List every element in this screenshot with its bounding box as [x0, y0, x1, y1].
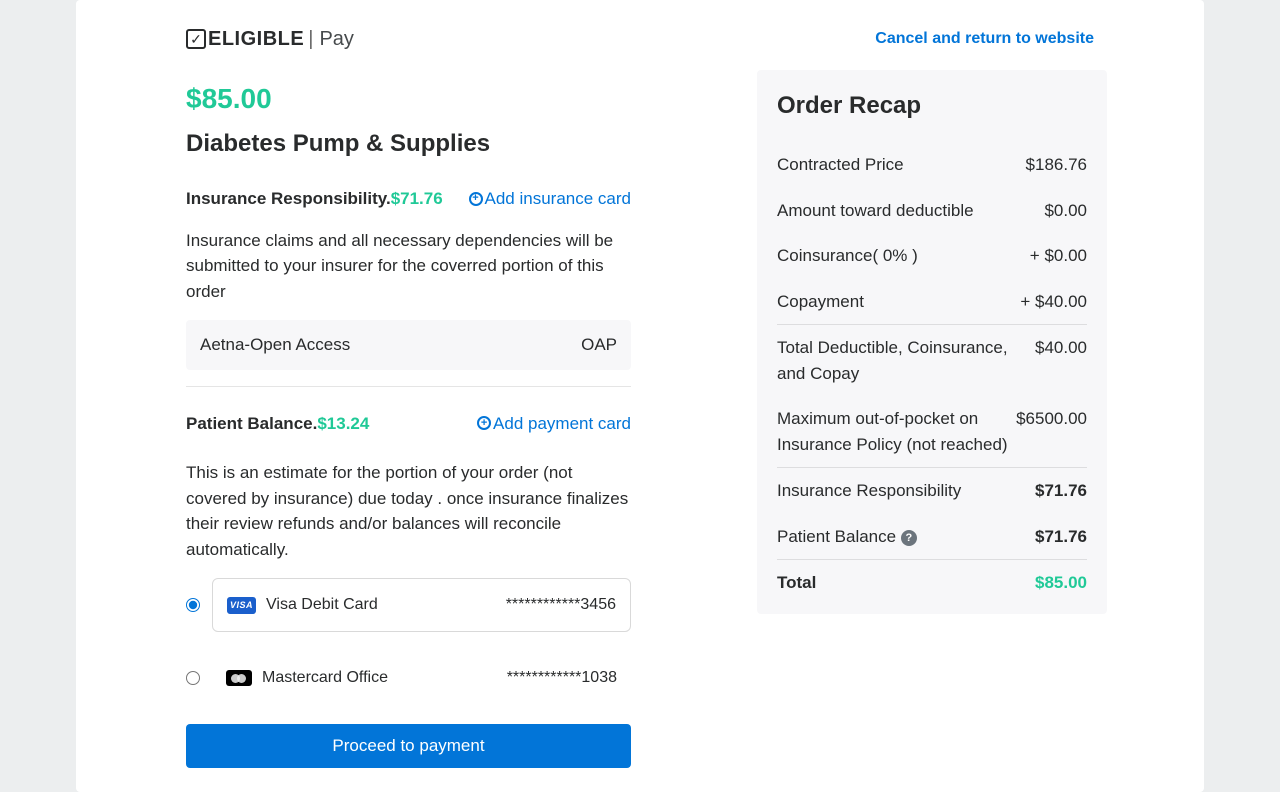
recap-value: $6500.00: [1016, 396, 1087, 468]
insurance-plan-box: Aetna-Open Access OAP: [186, 320, 631, 370]
order-recap: Order Recap Contracted Price $186.76 Amo…: [757, 70, 1107, 614]
card-name-wrap-2: Mastercard Office: [226, 666, 388, 690]
payment-card-option-1[interactable]: VISA Visa Debit Card ************3456: [186, 578, 631, 632]
payment-card-option-2[interactable]: Mastercard Office ************1038: [186, 652, 631, 704]
recap-value: $71.76: [1016, 468, 1087, 514]
add-payment-card-link[interactable]: + Add payment card: [477, 411, 631, 437]
recap-title: Order Recap: [777, 88, 1087, 124]
insurance-line: Insurance Responsibility.$71.76 + Add in…: [186, 186, 631, 212]
product-title: Diabetes Pump & Supplies: [186, 126, 631, 162]
plus-circle-icon: +: [469, 192, 483, 206]
card-name-1: Visa Debit Card: [266, 593, 378, 617]
card-radio-1[interactable]: [186, 598, 200, 612]
insurance-amount: $71.76: [391, 189, 443, 208]
right-column: Order Recap Contracted Price $186.76 Amo…: [757, 70, 1107, 614]
recap-value: $0.00: [1016, 188, 1087, 234]
card-masked-1: ************3456: [506, 593, 616, 617]
recap-label-text: Patient Balance: [777, 527, 896, 546]
card-box-1: VISA Visa Debit Card ************3456: [212, 578, 631, 632]
plan-code: OAP: [581, 332, 617, 358]
check-square-icon: ✓: [186, 29, 206, 49]
add-insurance-card-label: Add insurance card: [485, 186, 631, 212]
brand: ✓ ELIGIBLE | Pay: [186, 24, 354, 54]
card-name-wrap-1: VISA Visa Debit Card: [227, 593, 378, 617]
content-row: $85.00 Diabetes Pump & Supplies Insuranc…: [186, 70, 1094, 768]
recap-value: + $40.00: [1016, 279, 1087, 325]
patient-line: Patient Balance.$13.24 + Add payment car…: [186, 411, 631, 437]
recap-label: Maximum out-of-pocket on Insurance Polic…: [777, 396, 1016, 468]
section-divider: [186, 386, 631, 387]
brand-name: ELIGIBLE: [208, 24, 304, 54]
recap-row-total: Total $85.00: [777, 560, 1087, 606]
card-masked-2: ************1038: [507, 666, 617, 690]
brand-suffix: Pay: [319, 24, 353, 54]
insurance-description: Insurance claims and all necessary depen…: [186, 228, 631, 305]
mastercard-icon: [226, 670, 252, 686]
recap-table: Contracted Price $186.76 Amount toward d…: [777, 142, 1087, 606]
insurance-label-wrap: Insurance Responsibility.$71.76: [186, 186, 443, 212]
order-price: $85.00: [186, 78, 631, 120]
recap-label: Amount toward deductible: [777, 188, 1016, 234]
proceed-button[interactable]: Proceed to payment: [186, 724, 631, 768]
add-insurance-card-link[interactable]: + Add insurance card: [469, 186, 631, 212]
patient-label: Patient Balance.: [186, 414, 317, 433]
recap-row-contracted: Contracted Price $186.76: [777, 142, 1087, 188]
plus-circle-icon: +: [477, 416, 491, 430]
recap-label: Copayment: [777, 279, 1016, 325]
recap-label: Coinsurance( 0% ): [777, 233, 1016, 279]
recap-value: $186.76: [1016, 142, 1087, 188]
help-icon[interactable]: ?: [901, 530, 917, 546]
brand-separator: |: [308, 24, 313, 54]
visa-icon: VISA: [227, 597, 256, 614]
patient-amount: $13.24: [317, 414, 369, 433]
insurance-label: Insurance Responsibility.: [186, 189, 391, 208]
recap-label: Contracted Price: [777, 142, 1016, 188]
recap-row-deductible: Amount toward deductible $0.00: [777, 188, 1087, 234]
card-radio-2[interactable]: [186, 671, 200, 685]
patient-label-wrap: Patient Balance.$13.24: [186, 411, 369, 437]
left-column: $85.00 Diabetes Pump & Supplies Insuranc…: [186, 70, 631, 768]
patient-description: This is an estimate for the portion of y…: [186, 460, 631, 562]
checkout-card: ✓ ELIGIBLE | Pay Cancel and return to we…: [76, 0, 1204, 792]
recap-value: + $0.00: [1016, 233, 1087, 279]
recap-row-coinsurance: Coinsurance( 0% ) + $0.00: [777, 233, 1087, 279]
card-name-2: Mastercard Office: [262, 666, 388, 690]
recap-row-total-dcc: Total Deductible, Coinsurance, and Copay…: [777, 325, 1087, 397]
recap-value: $85.00: [1016, 560, 1087, 606]
recap-row-patient-balance: Patient Balance ? $71.76: [777, 514, 1087, 560]
recap-label: Insurance Responsibility: [777, 468, 1016, 514]
plan-name: Aetna-Open Access: [200, 332, 350, 358]
recap-row-max-oop: Maximum out-of-pocket on Insurance Polic…: [777, 396, 1087, 468]
cancel-link[interactable]: Cancel and return to website: [875, 27, 1094, 51]
add-payment-card-label: Add payment card: [493, 411, 631, 437]
recap-value: $40.00: [1016, 325, 1087, 397]
recap-label: Total: [777, 560, 1016, 606]
card-box-2: Mastercard Office ************1038: [212, 652, 631, 704]
recap-label: Patient Balance ?: [777, 514, 1016, 560]
header-row: ✓ ELIGIBLE | Pay Cancel and return to we…: [186, 0, 1094, 70]
recap-value: $71.76: [1016, 514, 1087, 560]
recap-row-insurance-resp: Insurance Responsibility $71.76: [777, 468, 1087, 514]
recap-row-copayment: Copayment + $40.00: [777, 279, 1087, 325]
recap-label: Total Deductible, Coinsurance, and Copay: [777, 325, 1016, 397]
